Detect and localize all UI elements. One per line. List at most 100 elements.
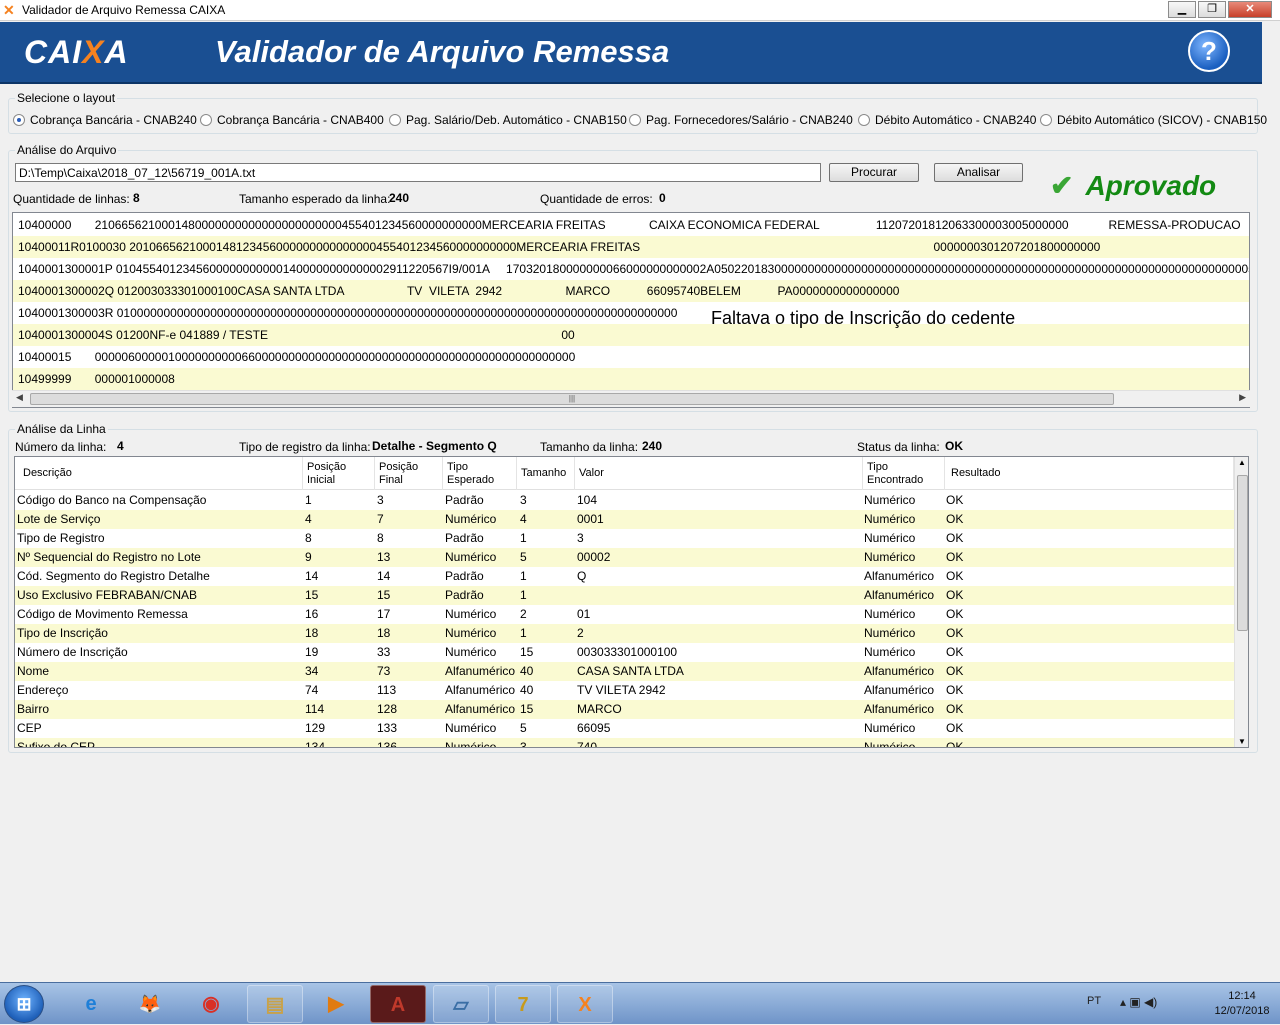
taskbar: ⊞ e 🦊 ◉ ▤ ▶ A ▱ 7 X PT ▴ ▣ ◀) 12:14 12/0… <box>0 982 1280 1024</box>
table-cell: OK <box>946 664 964 678</box>
radio-dot[interactable] <box>13 114 25 126</box>
table-row[interactable]: Lote de Serviço 4 7 Numérico 4 0001 Numérico OK <box>15 510 1234 529</box>
acrobat-icon[interactable]: A <box>370 985 426 1023</box>
table-row[interactable]: CEP 129 133 Numérico 5 66095 Numérico OK <box>15 719 1234 738</box>
table-cell: OK <box>946 721 964 735</box>
radio-cobranca-cnab240[interactable]: Cobrança Bancária - CNAB240 <box>13 113 197 127</box>
table-row[interactable]: Tipo de Registro 8 8 Padrão 1 3 Numérico OK <box>15 529 1234 548</box>
file-content-list[interactable]: 10400000 2106656210001480000000000000000… <box>12 212 1250 408</box>
radio-dot[interactable] <box>629 114 641 126</box>
clock[interactable]: 12:14 12/07/2018 <box>1212 989 1272 1019</box>
table-cell: MARCO <box>577 702 622 716</box>
table-cell: Padrão <box>445 493 484 507</box>
caixa-logo: CAIXA <box>24 34 129 70</box>
col-tipo-esperado[interactable]: Tipo Esperado <box>443 457 517 490</box>
notepad-icon[interactable]: ▱ <box>433 985 489 1023</box>
close-button[interactable]: ✕ <box>1228 1 1272 18</box>
table-row[interactable]: Sufixo do CEP 134 136 Numérico 3 740 Numérico O… <box>15 738 1234 748</box>
line-size-value: 240 <box>642 439 663 453</box>
table-cell: Tipo de Inscrição <box>17 626 108 640</box>
file-line[interactable]: 1040001300001P 0104554012345600000000000… <box>13 258 1249 280</box>
col-tamanho[interactable]: Tamanho <box>517 457 575 490</box>
scroll-right-icon[interactable]: ▶ <box>1239 392 1246 403</box>
table-cell: Numérico <box>864 607 916 621</box>
table-cell: Alfanumérico <box>864 664 935 678</box>
file-line[interactable]: 10400015 0000060000010000000000660000000… <box>13 346 1249 368</box>
file-line[interactable]: 10400000 2106656210001480000000000000000… <box>13 214 1249 236</box>
language-indicator[interactable]: PT <box>1087 995 1101 1007</box>
col-descricao[interactable]: Descrição <box>15 457 303 490</box>
minimize-button[interactable]: ▁ <box>1168 1 1196 18</box>
scroll-left-icon[interactable]: ◀ <box>16 392 23 403</box>
table-row[interactable]: Endereço 74 113 Alfanumérico 40 TV VILETA 294… <box>15 681 1234 700</box>
table-cell: 9 <box>305 550 312 564</box>
table-cell: 136 <box>377 740 398 748</box>
table-row[interactable]: Nome 34 73 Alfanumérico 40 CASA SANTA LTDA Alf… <box>15 662 1234 681</box>
file-line[interactable]: 10400011R0100030 20106656210001481234560… <box>13 236 1249 258</box>
approval-status: ✔ Aprovado <box>1050 170 1216 202</box>
scroll-thumb[interactable] <box>1237 475 1248 631</box>
table-cell: OK <box>946 588 964 602</box>
table-cell: 3 <box>520 740 527 748</box>
ie-icon[interactable]: e <box>63 985 119 1023</box>
table-row[interactable]: Código do Banco na Compensação 1 3 Padrão 3 1… <box>15 491 1234 510</box>
table-cell: Numérico <box>445 740 497 748</box>
caixa-validator-icon[interactable]: X <box>557 985 613 1023</box>
explorer-icon[interactable]: ▤ <box>247 985 303 1023</box>
file-path-input[interactable]: D:\Temp\Caixa\2018_07_12\56719_001A.txt <box>15 163 821 182</box>
file-line[interactable]: 1040001300002Q 012003033301000100CASA SA… <box>13 280 1249 302</box>
table-cell: 18 <box>305 626 319 640</box>
table-cell: 1 <box>520 531 527 545</box>
table-row[interactable]: Nº Sequencial do Registro no Lote 9 13 Numé… <box>15 548 1234 567</box>
col-resultado[interactable]: Resultado <box>945 457 1234 490</box>
radio-dot[interactable] <box>389 114 401 126</box>
start-button[interactable]: ⊞ <box>4 985 44 1023</box>
line-size-label: Tamanho da linha: <box>540 440 639 454</box>
browse-button[interactable]: Procurar <box>829 163 919 182</box>
col-posicao-final[interactable]: Posição Final <box>375 457 443 490</box>
radio-dot[interactable] <box>200 114 212 126</box>
tray-icons[interactable]: ▴ ▣ ◀) <box>1120 995 1157 1009</box>
field-grid[interactable]: Descrição Posição Inicial Posição Final … <box>14 456 1249 748</box>
radio-pag-salario-cnab150[interactable]: Pag. Salário/Deb. Automático - CNAB150 <box>389 113 627 127</box>
table-cell: Alfanumérico <box>864 683 935 697</box>
col-tipo-encontrado[interactable]: Tipo Encontrado <box>863 457 945 490</box>
scroll-down-icon[interactable]: ▼ <box>1238 737 1246 746</box>
table-cell: 19 <box>305 645 319 659</box>
radio-debito-cnab240[interactable]: Débito Automático - CNAB240 <box>858 113 1036 127</box>
media-player-icon[interactable]: ▶ <box>308 985 364 1023</box>
file-line[interactable]: 1040001300004S 01200NF-e 041889 / TESTE … <box>13 324 1249 346</box>
col-valor[interactable]: Valor <box>575 457 863 490</box>
help-button[interactable]: ? <box>1188 30 1230 72</box>
radio-dot[interactable] <box>858 114 870 126</box>
firefox-icon[interactable]: 🦊 <box>122 985 178 1023</box>
table-cell: 1 <box>305 493 312 507</box>
horizontal-scrollbar[interactable]: ◀ ||| ▶ <box>12 390 1250 407</box>
winzip-icon[interactable]: 7 <box>495 985 551 1023</box>
scroll-thumb[interactable]: ||| <box>30 393 1114 405</box>
table-cell: 17 <box>377 607 391 621</box>
table-row[interactable]: Tipo de Inscrição 18 18 Numérico 1 2 Numérico O… <box>15 624 1234 643</box>
vertical-scrollbar[interactable]: ▲ ▼ <box>1234 457 1248 747</box>
maximize-button[interactable]: ❐ <box>1198 1 1226 18</box>
radio-dot[interactable] <box>1040 114 1052 126</box>
table-row[interactable]: Código de Movimento Remessa 16 17 Numérico 2… <box>15 605 1234 624</box>
table-row[interactable]: Cód. Segmento do Registro Detalhe 14 14 Pad… <box>15 567 1234 586</box>
radio-debito-sicov-cnab150[interactable]: Débito Automático (SICOV) - CNAB150 <box>1040 113 1267 127</box>
table-cell: 14 <box>305 569 319 583</box>
table-row[interactable]: Uso Exclusivo FEBRABAN/CNAB 15 15 Padrão 1 Al… <box>15 586 1234 605</box>
table-cell: 8 <box>305 531 312 545</box>
layout-legend: Selecione o layout <box>15 91 118 105</box>
scroll-up-icon[interactable]: ▲ <box>1238 458 1246 467</box>
file-line[interactable]: 10499999 000001000008 <box>13 368 1249 390</box>
file-line[interactable]: 1040001300003R 0100000000000000000000000… <box>13 302 1249 324</box>
radio-cobranca-cnab400[interactable]: Cobrança Bancária - CNAB400 <box>200 113 384 127</box>
analyze-button[interactable]: Analisar <box>934 163 1023 182</box>
table-row[interactable]: Número de Inscrição 19 33 Numérico 15 0030333… <box>15 643 1234 662</box>
col-posicao-inicial[interactable]: Posição Inicial <box>303 457 375 490</box>
table-cell: Alfanumérico <box>445 683 516 697</box>
radio-pag-fornecedores-cnab240[interactable]: Pag. Fornecedores/Salário - CNAB240 <box>629 113 853 127</box>
table-row[interactable]: Bairro 114 128 Alfanumérico 15 MARCO Alfanumér… <box>15 700 1234 719</box>
chrome-icon[interactable]: ◉ <box>183 985 239 1023</box>
table-cell: 129 <box>305 721 326 735</box>
